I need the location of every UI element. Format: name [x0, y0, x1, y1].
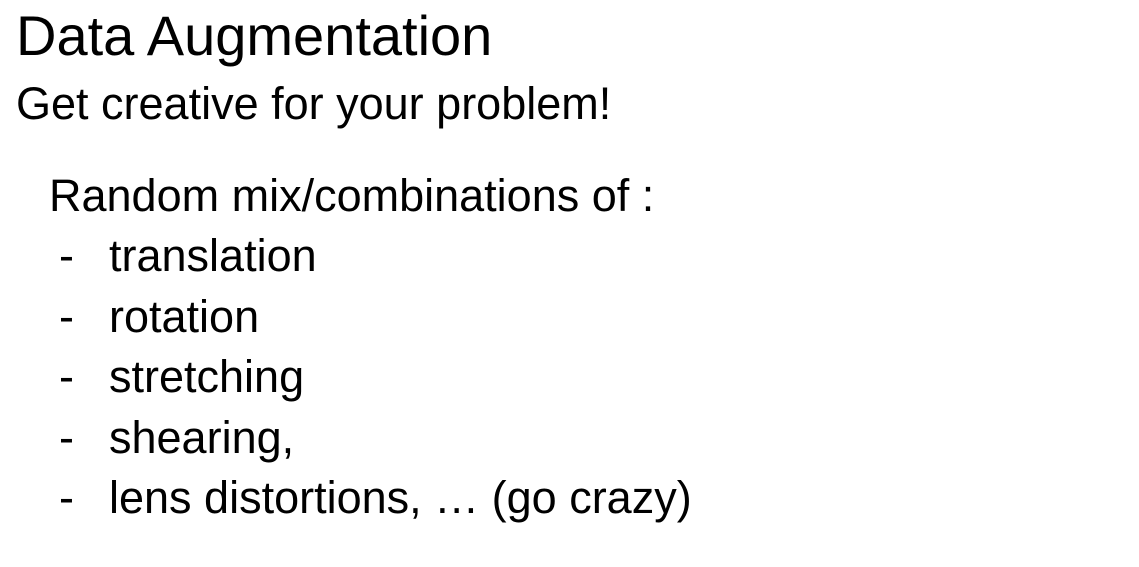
augmentation-list: - translation - rotation - stretching - shea… — [59, 228, 692, 531]
bullet-dash: - — [59, 230, 74, 281]
list-item-text: rotation — [109, 290, 260, 342]
bullet-dash: - — [59, 472, 74, 523]
bullet-dash: - — [59, 351, 74, 402]
list-item-text: lens distortions, … (go crazy) — [109, 472, 692, 523]
bullet-dash: - — [59, 411, 74, 463]
list-intro: Random mix/combinations of : — [49, 170, 655, 221]
list-item-text: translation — [109, 230, 317, 281]
list-item-text: shearing, — [109, 411, 295, 463]
list-item: - translation — [59, 228, 692, 289]
bullet-dash: - — [59, 290, 74, 342]
slide-title: Data Augmentation — [16, 4, 493, 67]
slide-subtitle: Get creative for your problem! — [16, 78, 612, 129]
list-item: - rotation — [59, 289, 692, 350]
list-item: - stretching — [59, 349, 692, 410]
list-item: - shearing, — [59, 410, 692, 471]
list-item-text: stretching — [109, 351, 305, 402]
list-item: - lens distortions, … (go crazy) — [59, 470, 692, 531]
